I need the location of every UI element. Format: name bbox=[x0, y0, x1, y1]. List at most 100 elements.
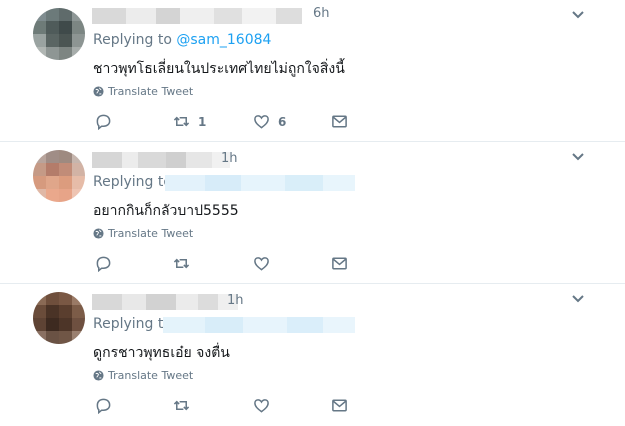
chevron-down-icon[interactable] bbox=[571, 152, 585, 162]
avatar-pixel bbox=[59, 305, 72, 318]
avatar-pixel bbox=[59, 318, 72, 331]
timestamp[interactable]: 1h bbox=[227, 293, 244, 308]
tweet-actions bbox=[95, 255, 355, 275]
retweet-icon bbox=[173, 116, 190, 127]
like-button[interactable] bbox=[253, 397, 278, 414]
globe-icon bbox=[93, 228, 104, 239]
blurred-username[interactable] bbox=[92, 8, 302, 24]
avatar-pixel bbox=[46, 163, 59, 176]
avatar-pixel bbox=[33, 47, 46, 60]
like-button[interactable] bbox=[253, 255, 278, 272]
blurred-reply-handle[interactable] bbox=[165, 175, 355, 191]
avatar-pixel bbox=[33, 318, 46, 331]
avatar-pixel bbox=[59, 150, 72, 163]
avatar-pixel bbox=[72, 331, 85, 344]
avatar-pixel bbox=[72, 34, 85, 47]
translate-tweet-link[interactable]: Translate Tweet bbox=[93, 227, 193, 240]
avatar-pixel bbox=[46, 176, 59, 189]
replying-label: Replying to bbox=[93, 316, 172, 332]
avatar[interactable] bbox=[33, 8, 85, 60]
avatar-pixel bbox=[72, 150, 85, 163]
timestamp[interactable]: 1h bbox=[221, 151, 238, 166]
avatar-pixel bbox=[59, 189, 72, 202]
avatar-pixel bbox=[72, 189, 85, 202]
avatar-pixel bbox=[46, 8, 59, 21]
avatar-pixel bbox=[46, 21, 59, 34]
translate-label: Translate Tweet bbox=[108, 227, 194, 240]
direct-message-button[interactable] bbox=[331, 113, 348, 130]
envelope-icon bbox=[332, 257, 347, 270]
translate-label: Translate Tweet bbox=[108, 369, 194, 382]
avatar-pixel bbox=[59, 176, 72, 189]
direct-message-button[interactable] bbox=[331, 255, 348, 272]
avatar-pixel bbox=[72, 292, 85, 305]
like-count: 6 bbox=[278, 114, 287, 129]
heart-icon bbox=[254, 399, 269, 413]
reply-button[interactable] bbox=[95, 397, 112, 414]
tweet[interactable]: 6h Replying to @sam_16084 ชาวพุทโธเลี่ยน… bbox=[0, 0, 625, 142]
avatar-pixel bbox=[33, 292, 46, 305]
avatar-pixel bbox=[72, 8, 85, 21]
avatar-pixel bbox=[33, 305, 46, 318]
envelope-icon bbox=[332, 115, 347, 128]
avatar-pixel bbox=[59, 8, 72, 21]
tweet[interactable]: 1h Replying to ดูกรชาวพุทธเอ๋ย จงตื่น Tr… bbox=[0, 284, 625, 426]
avatar-pixel bbox=[72, 318, 85, 331]
globe-icon bbox=[93, 86, 104, 97]
avatar-pixel bbox=[46, 292, 59, 305]
avatar-pixel bbox=[59, 21, 72, 34]
tweet-text: ดูกรชาวพุทธเอ๋ย จงตื่น bbox=[93, 345, 230, 361]
avatar-pixel bbox=[46, 47, 59, 60]
avatar-pixel bbox=[33, 8, 46, 21]
translate-tweet-link[interactable]: Translate Tweet bbox=[93, 85, 193, 98]
reply-button[interactable] bbox=[95, 255, 112, 272]
avatar-pixel bbox=[33, 150, 46, 163]
avatar[interactable] bbox=[33, 150, 85, 202]
avatar-pixel bbox=[33, 34, 46, 47]
translate-tweet-link[interactable]: Translate Tweet bbox=[93, 369, 193, 382]
avatar-pixel bbox=[46, 331, 59, 344]
direct-message-button[interactable] bbox=[331, 397, 348, 414]
timeline: 6h Replying to @sam_16084 ชาวพุทโธเลี่ยน… bbox=[0, 0, 625, 426]
tweet[interactable]: 1h Replying to อยากกินก็กลัวบาป5555 Tran… bbox=[0, 142, 625, 284]
blurred-username[interactable] bbox=[92, 294, 238, 310]
reply-icon bbox=[96, 114, 111, 130]
tweet-text: อยากกินก็กลัวบาป5555 bbox=[93, 203, 239, 219]
avatar-pixel bbox=[46, 305, 59, 318]
translate-label: Translate Tweet bbox=[108, 85, 194, 98]
avatar-pixel bbox=[46, 318, 59, 331]
globe-icon bbox=[93, 370, 104, 381]
retweet-button[interactable] bbox=[173, 397, 198, 414]
retweet-button[interactable] bbox=[173, 255, 198, 272]
chevron-down-icon[interactable] bbox=[571, 10, 585, 20]
replying-to: Replying to @sam_16084 bbox=[93, 32, 271, 48]
retweet-icon bbox=[173, 400, 190, 411]
replying-to: Replying to bbox=[93, 316, 172, 332]
avatar-pixel bbox=[33, 189, 46, 202]
chevron-down-icon[interactable] bbox=[571, 294, 585, 304]
retweet-button[interactable]: 1 bbox=[173, 113, 206, 130]
avatar-pixel bbox=[72, 163, 85, 176]
reply-icon bbox=[96, 398, 111, 414]
reply-handle-link[interactable]: @sam_16084 bbox=[176, 32, 271, 48]
reply-button[interactable] bbox=[95, 113, 112, 130]
avatar-pixel bbox=[72, 176, 85, 189]
avatar-pixel bbox=[59, 331, 72, 344]
avatar-pixel bbox=[33, 21, 46, 34]
tweet-text: ชาวพุทโธเลี่ยนในประเทศไทยไม่ถูกใจสิ่งนี้ bbox=[93, 61, 345, 77]
envelope-icon bbox=[332, 399, 347, 412]
avatar[interactable] bbox=[33, 292, 85, 344]
avatar-pixel bbox=[72, 47, 85, 60]
blurred-reply-handle[interactable] bbox=[163, 317, 355, 333]
tweet-actions: 1 6 bbox=[95, 113, 355, 133]
like-button[interactable]: 6 bbox=[253, 113, 286, 130]
avatar-pixel bbox=[33, 331, 46, 344]
heart-icon bbox=[254, 115, 269, 129]
retweet-icon bbox=[173, 258, 190, 269]
timestamp[interactable]: 6h bbox=[313, 6, 330, 21]
blurred-username[interactable] bbox=[92, 152, 230, 168]
replying-to: Replying to bbox=[93, 174, 172, 190]
avatar-pixel bbox=[33, 163, 46, 176]
avatar-pixel bbox=[59, 163, 72, 176]
avatar-pixel bbox=[33, 176, 46, 189]
